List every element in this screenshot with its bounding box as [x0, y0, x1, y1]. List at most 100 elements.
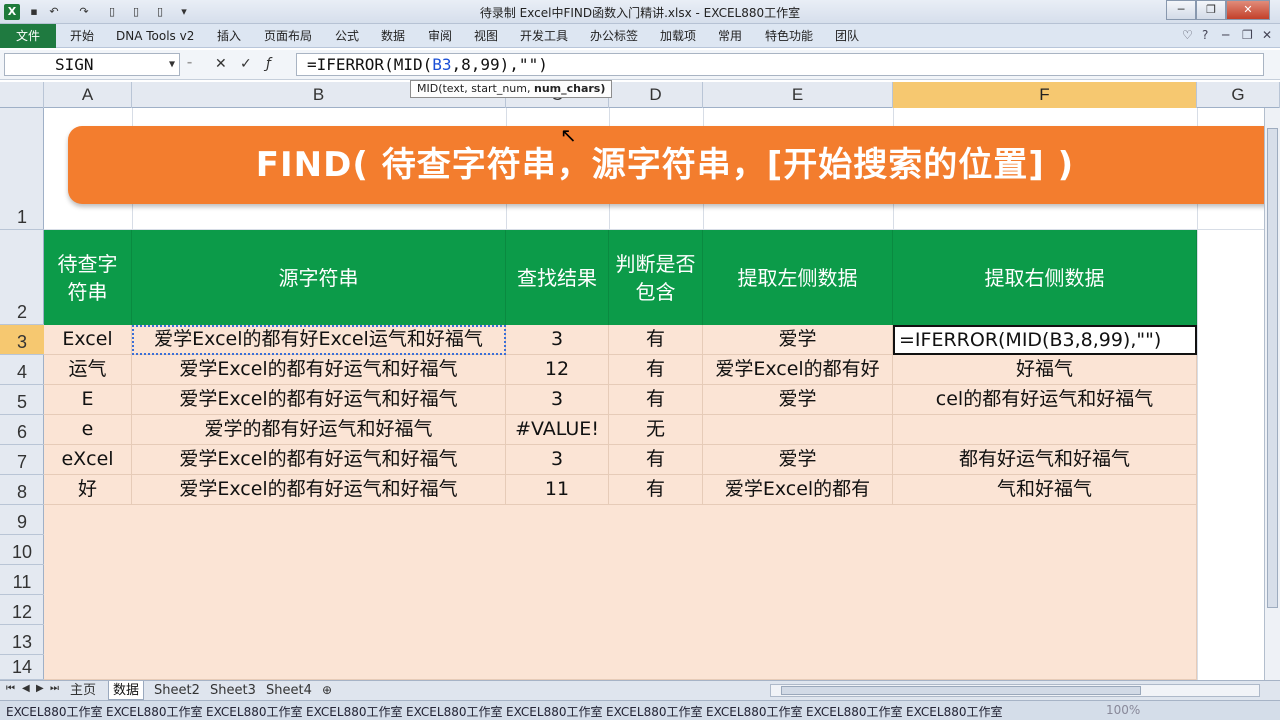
menu-item[interactable]: 审阅 — [428, 24, 452, 48]
row-header[interactable]: 11 — [0, 565, 44, 595]
sheet-tab[interactable]: Sheet2 — [150, 681, 204, 700]
name-box[interactable]: SIGN ▼ — [4, 53, 180, 76]
table-cell[interactable]: 3 — [506, 445, 609, 475]
row-header[interactable]: 7 — [0, 445, 44, 475]
prev-sheet-icon[interactable]: ◀ — [22, 683, 30, 694]
table-header-cell[interactable]: 提取左侧数据 — [703, 230, 893, 325]
table-cell[interactable]: 爱学Excel的都有好 — [703, 355, 893, 385]
confirm-entry-icon[interactable]: ✓ — [240, 56, 252, 72]
row-header[interactable]: 1 — [0, 108, 44, 230]
first-sheet-icon[interactable]: ⏮ — [6, 683, 15, 694]
scroll-thumb[interactable] — [781, 686, 1141, 695]
table-cell[interactable]: #VALUE! — [506, 415, 609, 445]
menu-item[interactable]: 加载项 — [660, 24, 696, 48]
table-header-cell[interactable]: 待查字符串 — [44, 230, 132, 325]
table-header-cell[interactable]: 判断是否包含 — [609, 230, 703, 325]
menu-item[interactable]: 开发工具 — [520, 24, 568, 48]
menu-item[interactable]: 视图 — [474, 24, 498, 48]
menu-item[interactable]: 开始 — [70, 24, 94, 48]
table-cell[interactable]: 爱学 — [703, 325, 893, 355]
table-cell[interactable]: 有 — [609, 445, 703, 475]
table-cell[interactable]: 爱学 — [703, 385, 893, 415]
table-cell[interactable]: 有 — [609, 325, 703, 355]
table-cell[interactable]: 爱学Excel的都有好运气和好福气 — [132, 475, 506, 505]
doc-restore-icon[interactable]: ❐ — [1242, 28, 1253, 42]
menu-item[interactable]: DNA Tools v2 — [116, 24, 194, 48]
menu-item[interactable]: 常用 — [718, 24, 742, 48]
table-cell[interactable] — [703, 415, 893, 445]
row-header[interactable]: 8 — [0, 475, 44, 505]
table-cell[interactable]: 好 — [44, 475, 132, 505]
menu-item[interactable]: 公式 — [335, 24, 359, 48]
table-cell[interactable]: 爱学 — [703, 445, 893, 475]
restore-button[interactable]: ❐ — [1196, 0, 1226, 20]
row-header[interactable]: 4 — [0, 355, 44, 385]
empty-rows-area[interactable] — [44, 505, 1197, 680]
menu-item[interactable]: 页面布局 — [264, 24, 312, 48]
table-header-cell[interactable]: 查找结果 — [506, 230, 609, 325]
table-cell[interactable]: cel的都有好运气和好福气 — [893, 385, 1197, 415]
table-cell[interactable]: 无 — [609, 415, 703, 445]
table-cell[interactable]: E — [44, 385, 132, 415]
row-header[interactable]: 6 — [0, 415, 44, 445]
last-sheet-icon[interactable]: ⏭ — [50, 683, 59, 694]
menu-item[interactable]: 插入 — [217, 24, 241, 48]
table-header-cell[interactable]: 提取右侧数据 — [893, 230, 1197, 325]
doc-minimize-icon[interactable]: ─ — [1222, 28, 1229, 42]
horizontal-scrollbar[interactable] — [770, 684, 1260, 697]
table-cell[interactable]: 3 — [506, 325, 609, 355]
next-sheet-icon[interactable]: ▶ — [36, 683, 44, 694]
table-cell[interactable]: 3 — [506, 385, 609, 415]
column-header-f[interactable]: F — [893, 82, 1197, 108]
active-cell-editor[interactable]: =IFERROR(MID(B3,8,99),"") — [893, 325, 1197, 355]
table-cell[interactable]: 爱学Excel的都有好运气和好福气 — [132, 385, 506, 415]
table-cell[interactable]: 爱学Excel的都有 — [703, 475, 893, 505]
menu-item[interactable]: 数据 — [381, 24, 405, 48]
table-cell[interactable]: 有 — [609, 475, 703, 505]
table-cell[interactable]: Excel — [44, 325, 132, 355]
sheet-tab[interactable]: Sheet3 — [206, 681, 260, 700]
table-cell[interactable]: 爱学Excel的都有好运气和好福气 — [132, 355, 506, 385]
table-header-cell[interactable]: 源字符串 — [132, 230, 506, 325]
formula-input[interactable]: =IFERROR(MID(B3,8,99),"") — [296, 53, 1264, 76]
row-header[interactable]: 5 — [0, 385, 44, 415]
table-cell[interactable]: 气和好福气 — [893, 475, 1197, 505]
table-cell[interactable]: 12 — [506, 355, 609, 385]
help-icon[interactable]: ? — [1202, 28, 1208, 42]
table-cell[interactable]: 好福气 — [893, 355, 1197, 385]
vertical-scrollbar[interactable] — [1264, 108, 1280, 680]
row-header[interactable]: 10 — [0, 535, 44, 565]
table-cell[interactable]: 爱学Excel的都有好Excel运气和好福气 — [132, 325, 506, 355]
menu-item[interactable]: 办公标签 — [590, 24, 638, 48]
row-header[interactable]: 2 — [0, 230, 44, 325]
doc-close-icon[interactable]: ✕ — [1262, 28, 1272, 42]
ribbon-collapse-icon[interactable]: ♡ — [1182, 28, 1193, 42]
sheet-tab[interactable]: Sheet4 — [262, 681, 316, 700]
chevron-down-icon[interactable]: ▼ — [169, 54, 175, 75]
select-all-corner[interactable] — [0, 82, 44, 108]
table-cell[interactable]: 都有好运气和好福气 — [893, 445, 1197, 475]
table-cell[interactable]: 运气 — [44, 355, 132, 385]
table-cell[interactable]: 有 — [609, 355, 703, 385]
row-header[interactable]: 12 — [0, 595, 44, 625]
sheet-tab-active[interactable]: 数据 — [108, 681, 145, 700]
table-cell[interactable]: 爱学Excel的都有好运气和好福气 — [132, 445, 506, 475]
minimize-button[interactable]: ─ — [1166, 0, 1196, 20]
sheet-tab[interactable]: 主页 — [66, 681, 100, 700]
close-button[interactable]: ✕ — [1226, 0, 1270, 20]
row-header-active[interactable]: 3 — [0, 325, 44, 355]
scroll-thumb[interactable] — [1267, 128, 1278, 608]
column-header-g[interactable]: G — [1197, 82, 1280, 108]
row-header[interactable]: 9 — [0, 505, 44, 535]
menu-item[interactable]: 特色功能 — [765, 24, 813, 48]
insert-sheet-icon[interactable]: ⊕ — [322, 683, 332, 697]
column-header-d[interactable]: D — [609, 82, 703, 108]
insert-function-icon[interactable]: ƒ — [266, 56, 271, 72]
menu-file[interactable]: 文件 — [0, 24, 56, 48]
cancel-entry-icon[interactable]: ✕ — [215, 56, 227, 72]
zoom-level[interactable]: 100% — [1106, 703, 1140, 717]
table-cell[interactable]: 有 — [609, 385, 703, 415]
table-cell[interactable] — [893, 415, 1197, 445]
row-header[interactable]: 13 — [0, 625, 44, 655]
table-cell[interactable]: eXcel — [44, 445, 132, 475]
